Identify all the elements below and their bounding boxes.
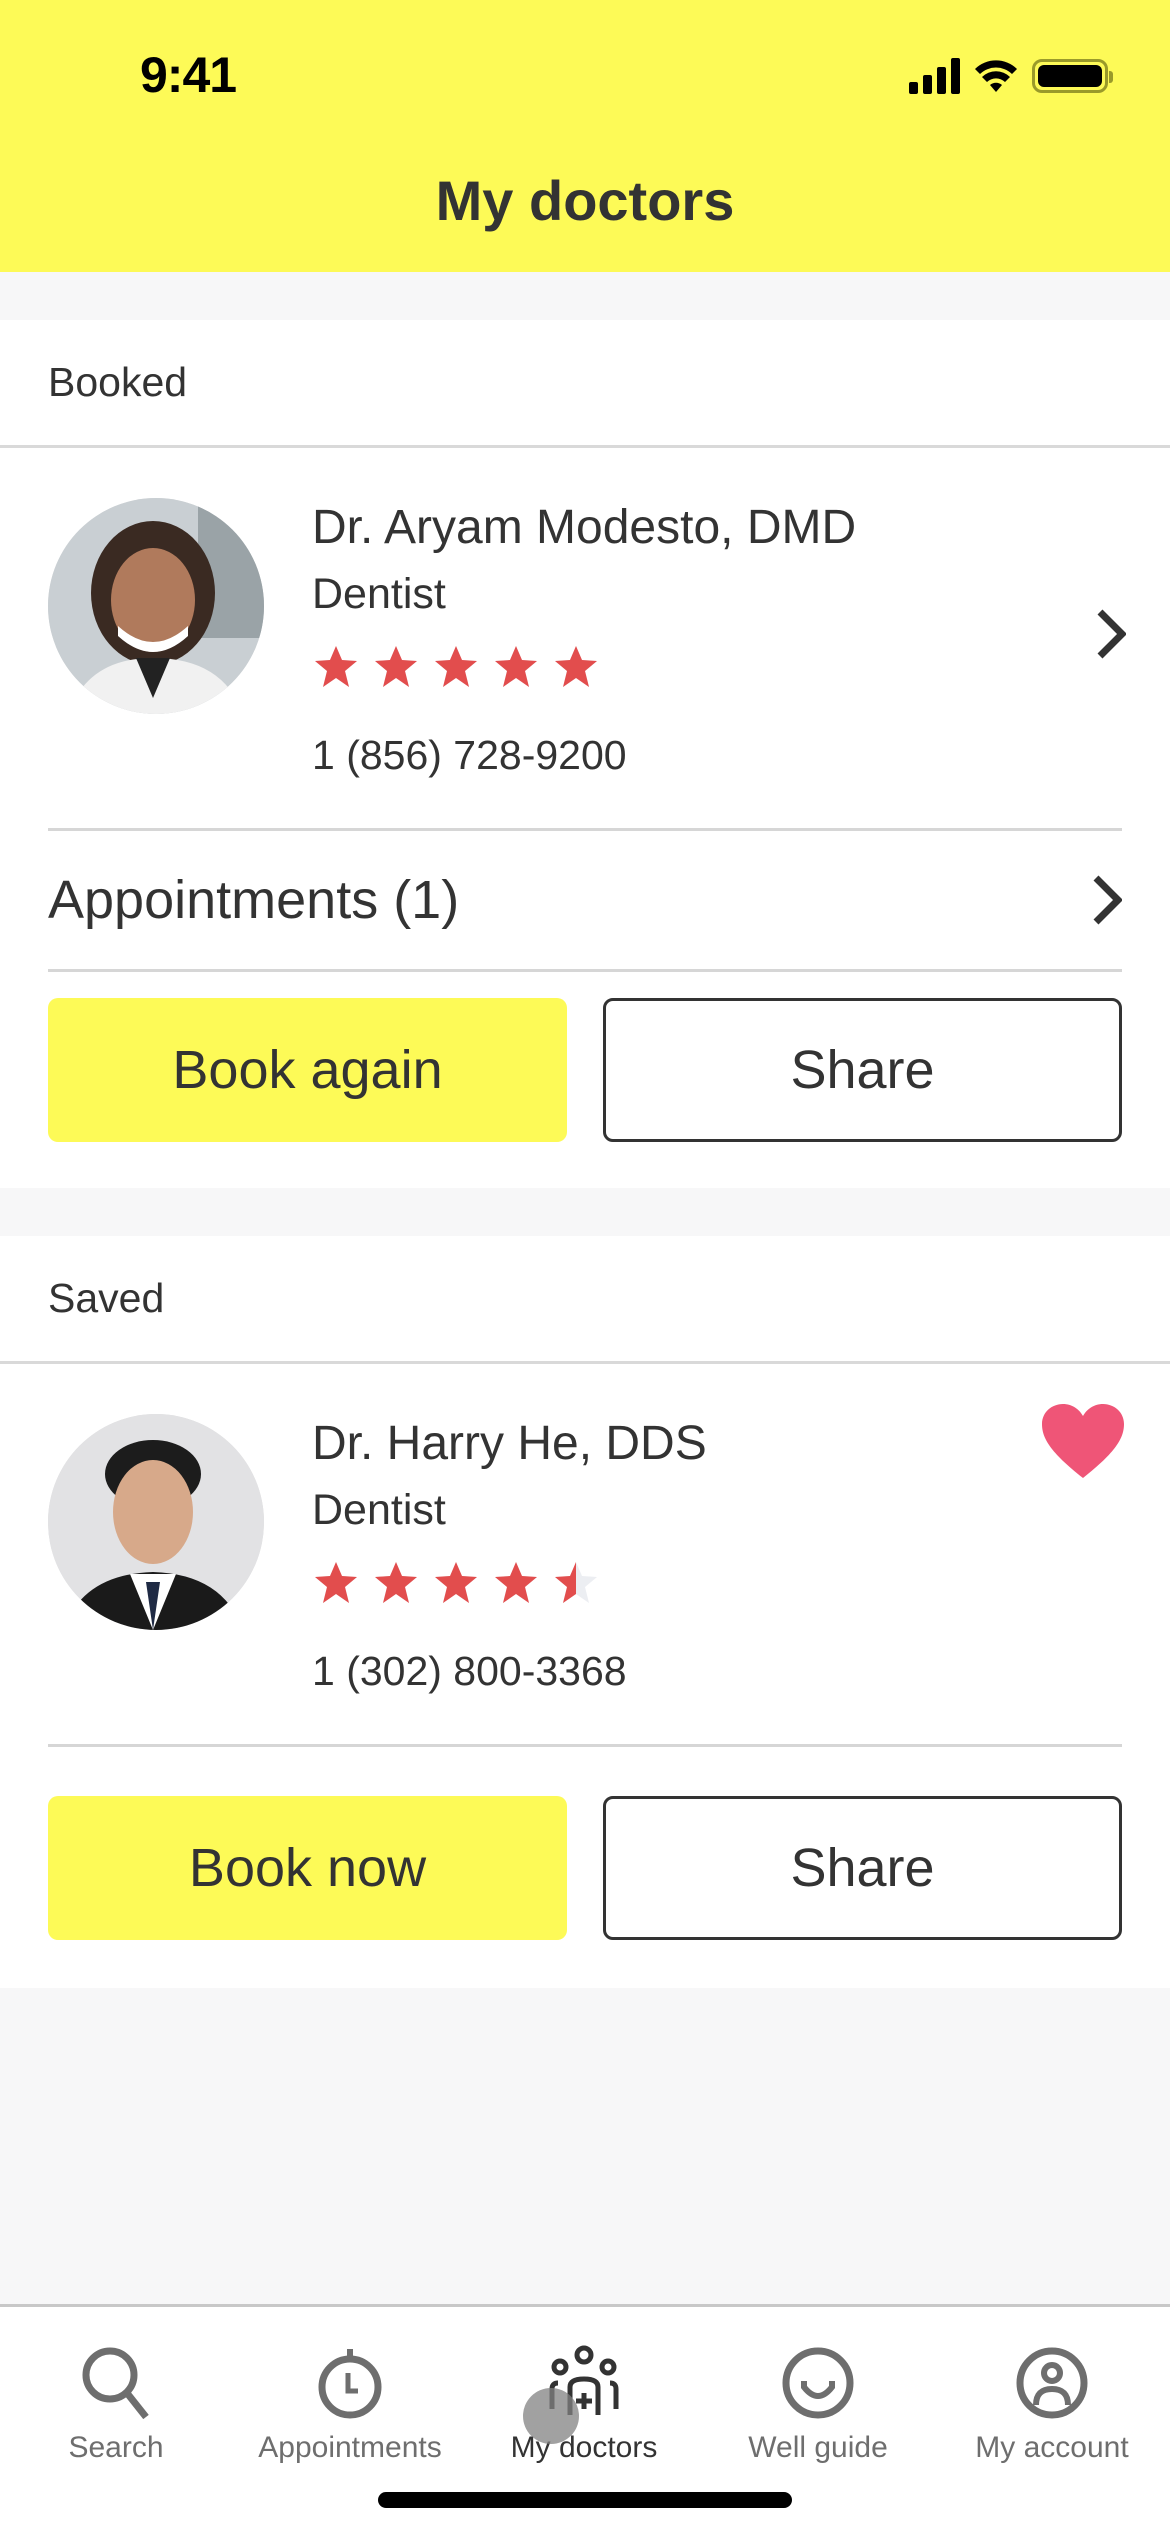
saved-section: Saved Dr. Harry He, DDS Dentist 1 (302) … (0, 1236, 1170, 1988)
doctor-phone[interactable]: 1 (302) 800-3368 (312, 1648, 627, 1695)
battery-icon (1032, 59, 1113, 93)
stopwatch-icon (318, 2349, 382, 2419)
status-time: 9:41 (140, 47, 237, 103)
star-full-icon (495, 1562, 537, 1603)
rating-stars (312, 1559, 600, 1607)
star-full-icon (495, 646, 537, 687)
tab-appointments[interactable]: Appointments (240, 2343, 460, 2465)
tab-label: My doctors (510, 2431, 658, 2464)
rating-stars (312, 643, 600, 691)
chevron-right-icon[interactable] (1096, 608, 1126, 660)
book-again-button[interactable]: Book again (48, 998, 567, 1142)
divider (48, 969, 1122, 972)
tab-my-account[interactable]: My account (942, 2343, 1162, 2465)
book-now-button[interactable]: Book now (48, 1796, 567, 1940)
share-button[interactable]: Share (603, 1796, 1122, 1940)
share-button[interactable]: Share (603, 998, 1122, 1142)
star-full-icon (315, 646, 357, 687)
search-icon (82, 2347, 149, 2420)
page-title: My doctors (435, 169, 735, 232)
account-icon (1016, 2347, 1088, 2419)
star-full-icon (435, 646, 477, 687)
star-full-icon (555, 646, 597, 687)
smile-icon (782, 2347, 854, 2419)
doctor-name: Dr. Aryam Modesto, DMD (312, 501, 857, 554)
chevron-right-icon (1093, 875, 1122, 925)
tab-well-guide[interactable]: Well guide (708, 2343, 928, 2465)
star-full-icon (375, 646, 417, 687)
doctor-specialty: Dentist (312, 1486, 446, 1534)
tab-label: Appointments (258, 2431, 442, 2464)
doctor-avatar (48, 498, 264, 714)
wifi-icon (975, 60, 1017, 92)
status-icons (909, 58, 1113, 94)
touch-indicator (523, 2388, 579, 2444)
doctor-specialty: Dentist (312, 570, 446, 618)
star-half-icon (555, 1562, 597, 1603)
section-label-saved: Saved (0, 1236, 1170, 1364)
star-full-icon (435, 1562, 477, 1603)
tab-label: Search (68, 2431, 164, 2464)
star-full-icon (375, 1562, 417, 1603)
appointments-row[interactable]: Appointments (1) (48, 831, 1122, 969)
home-indicator[interactable] (378, 2492, 792, 2508)
section-label-booked: Booked (0, 320, 1170, 448)
tab-my-doctors[interactable]: My doctors (474, 2343, 694, 2465)
header-bar: 9:41 My doctors (0, 0, 1170, 272)
heart-icon[interactable] (1040, 1402, 1126, 1480)
saved-doctor-card[interactable]: Dr. Harry He, DDS Dentist 1 (302) 800-33… (0, 1364, 1170, 1744)
tab-label: Well guide (748, 2431, 888, 2464)
doctor-name: Dr. Harry He, DDS (312, 1417, 707, 1470)
booked-section: Booked Dr. Aryam Modesto, DMD Dentist 1 … (0, 320, 1170, 1188)
cellular-signal-icon (909, 58, 960, 94)
star-full-icon (315, 1562, 357, 1603)
booked-doctor-card[interactable]: Dr. Aryam Modesto, DMD Dentist 1 (856) 7… (0, 448, 1170, 828)
tab-search[interactable]: Search (6, 2343, 226, 2465)
doctor-phone[interactable]: 1 (856) 728-9200 (312, 732, 627, 779)
divider (48, 1744, 1122, 1747)
doctor-avatar (48, 1414, 264, 1630)
tab-label: My account (975, 2431, 1129, 2464)
appointments-label: Appointments (1) (48, 870, 460, 930)
